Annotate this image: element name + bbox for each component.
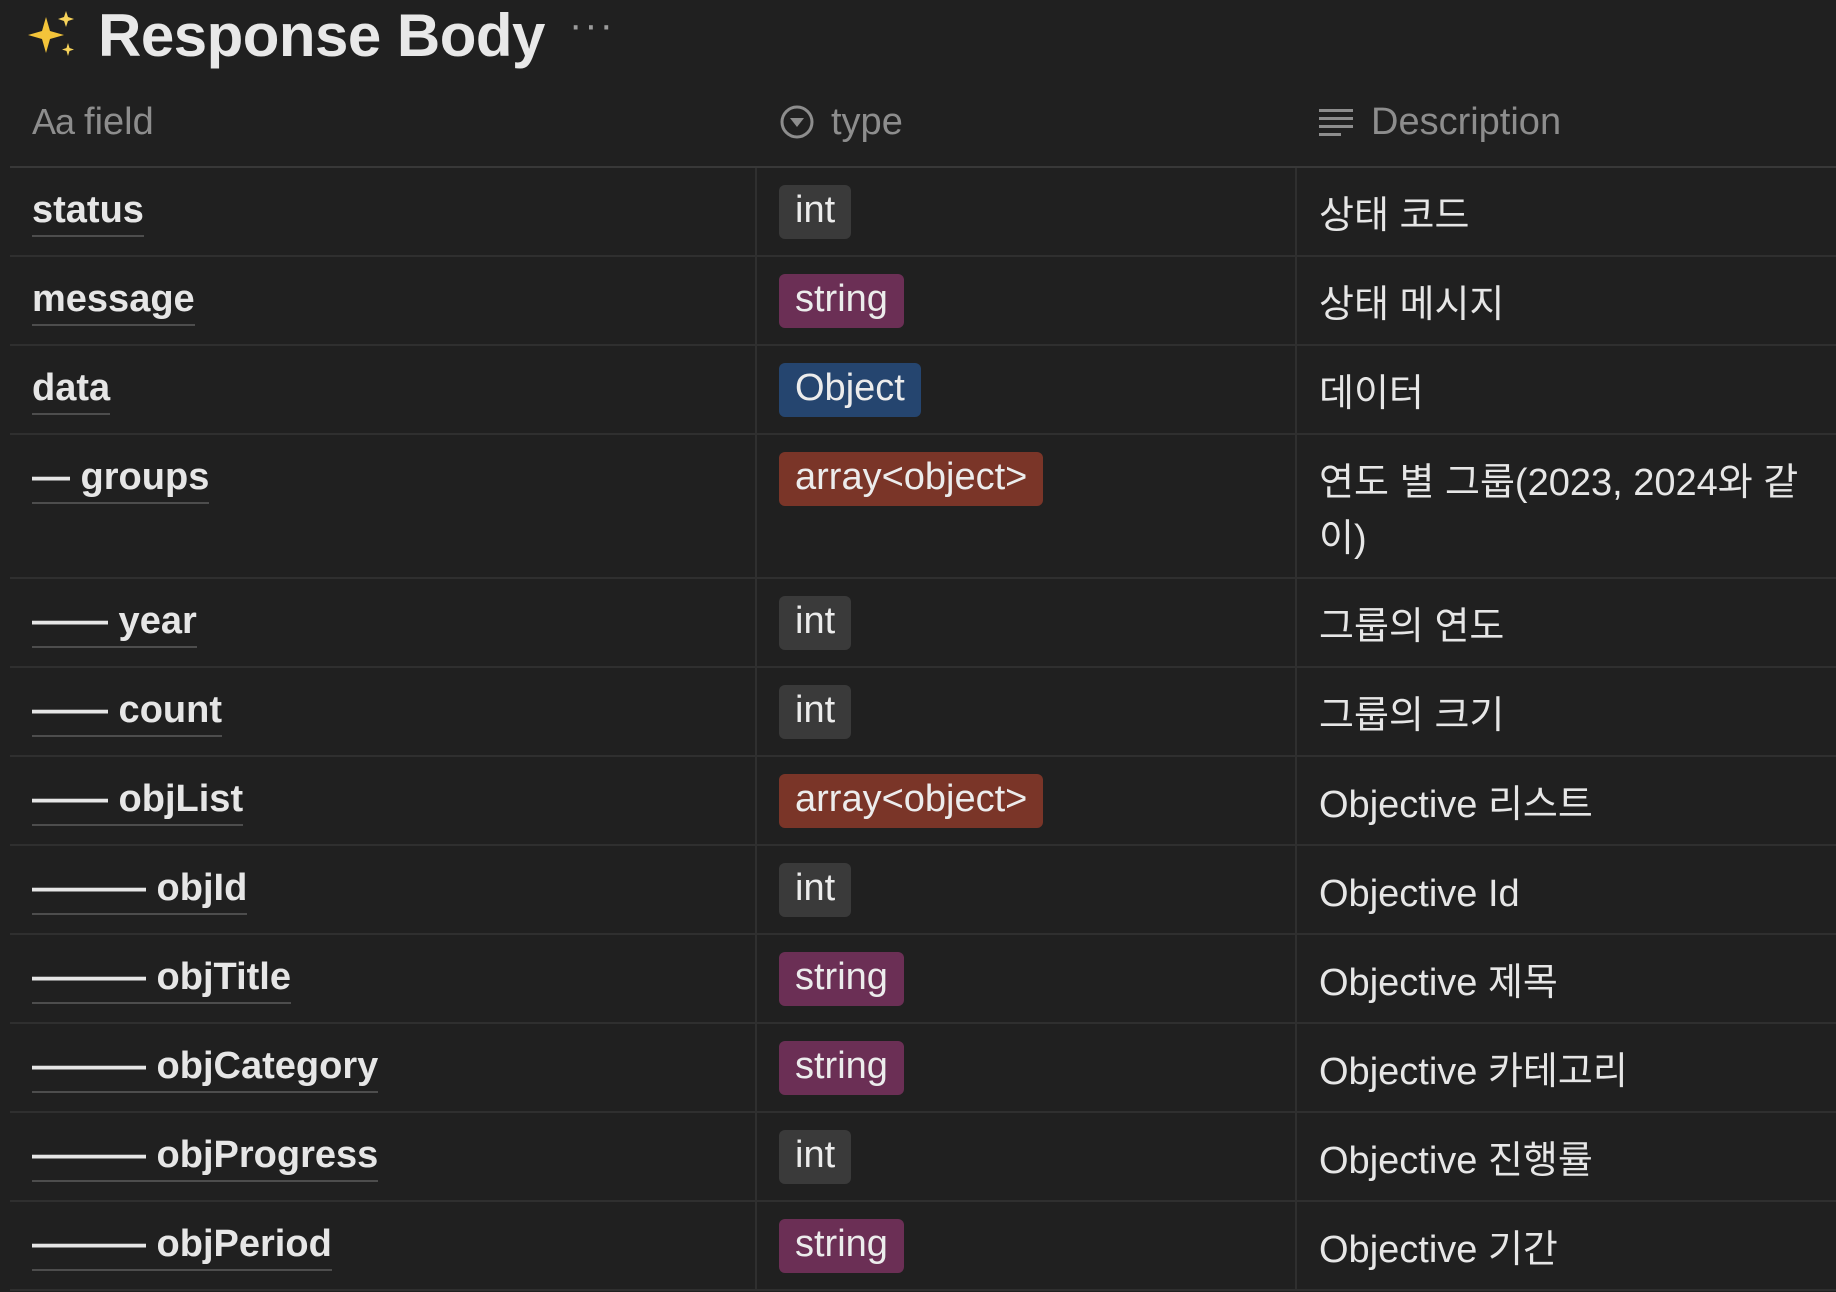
table-row[interactable]: ——— objId int Objective Id (10, 846, 1836, 935)
field-name[interactable]: — groups (32, 456, 210, 504)
field-name[interactable]: ——— objCategory (32, 1045, 379, 1093)
type-tag: int (779, 1130, 852, 1184)
type-cell[interactable]: int (757, 168, 1297, 255)
page-title[interactable]: Response Body (98, 1, 545, 70)
field-cell[interactable]: — groups (10, 435, 757, 577)
table-row[interactable]: —— objList array<object> Objective 리스트 (10, 757, 1836, 846)
type-cell[interactable]: int (757, 668, 1297, 755)
description-cell[interactable]: 상태 메시지 (1297, 257, 1836, 344)
field-cell[interactable]: data (10, 346, 757, 433)
description-text: Objective 진행률 (1319, 1140, 1593, 1182)
select-property-icon (779, 104, 815, 140)
field-name[interactable]: message (32, 278, 195, 326)
type-tag: string (779, 1219, 904, 1273)
description-cell[interactable]: 그룹의 연도 (1297, 579, 1836, 666)
database-table: Aa field type Description status int 상태 … (10, 78, 1836, 1291)
description-text: 그룹의 크기 (1319, 695, 1505, 737)
table-row[interactable]: message string 상태 메시지 (10, 257, 1836, 346)
column-header-label: Description (1371, 100, 1562, 143)
column-header-label: type (831, 100, 903, 143)
sparkles-icon[interactable] (24, 7, 80, 63)
type-cell[interactable]: array<object> (757, 435, 1297, 577)
field-cell[interactable]: ——— objPeriod (10, 1202, 757, 1289)
field-cell[interactable]: status (10, 168, 757, 255)
type-tag: int (779, 596, 852, 650)
description-cell[interactable]: 데이터 (1297, 346, 1836, 433)
table-row[interactable]: —— count int 그룹의 크기 (10, 668, 1836, 757)
page-header: Response Body ··· (24, 0, 615, 70)
type-tag: string (779, 952, 904, 1006)
description-cell[interactable]: Objective 기간 (1297, 1202, 1836, 1289)
type-tag: string (779, 1041, 904, 1095)
description-text: Objective 카테고리 (1319, 1051, 1628, 1093)
type-tag: array<object> (779, 452, 1044, 506)
text-lines-icon (1319, 107, 1355, 137)
field-name[interactable]: data (32, 367, 111, 415)
column-header-type[interactable]: type (757, 78, 1297, 166)
field-name[interactable]: —— objList (32, 778, 244, 826)
field-name[interactable]: ——— objProgress (32, 1134, 379, 1182)
column-header-description[interactable]: Description (1297, 78, 1836, 166)
table-row[interactable]: data Object 데이터 (10, 346, 1836, 435)
description-text: Objective 리스트 (1319, 784, 1593, 826)
description-cell[interactable]: 연도 별 그룹(2023, 2024와 같이) (1297, 435, 1836, 577)
field-cell[interactable]: ——— objProgress (10, 1113, 757, 1200)
type-tag: int (779, 185, 852, 239)
description-cell[interactable]: Objective 제목 (1297, 935, 1836, 1022)
type-cell[interactable]: int (757, 846, 1297, 933)
type-tag: string (779, 274, 904, 328)
table-row[interactable]: ——— objTitle string Objective 제목 (10, 935, 1836, 1024)
description-cell[interactable]: Objective 카테고리 (1297, 1024, 1836, 1111)
description-cell[interactable]: 그룹의 크기 (1297, 668, 1836, 755)
field-name[interactable]: ——— objId (32, 867, 248, 915)
type-cell[interactable]: string (757, 257, 1297, 344)
type-tag: int (779, 685, 852, 739)
text-property-icon: Aa (32, 101, 75, 142)
description-cell[interactable]: Objective Id (1297, 846, 1836, 933)
type-cell[interactable]: int (757, 579, 1297, 666)
description-text: Objective Id (1319, 873, 1520, 915)
type-cell[interactable]: string (757, 1024, 1297, 1111)
table-row[interactable]: —— year int 그룹의 연도 (10, 579, 1836, 668)
field-name[interactable]: ——— objTitle (32, 956, 291, 1004)
field-cell[interactable]: —— objList (10, 757, 757, 844)
field-name[interactable]: status (32, 189, 144, 237)
description-text: 연도 별 그룹(2023, 2024와 같이) (1319, 462, 1799, 560)
type-cell[interactable]: int (757, 1113, 1297, 1200)
column-header-label: field (84, 100, 154, 143)
description-cell[interactable]: Objective 진행률 (1297, 1113, 1836, 1200)
field-name[interactable]: —— year (32, 600, 197, 648)
type-cell[interactable]: string (757, 1202, 1297, 1289)
column-header-field[interactable]: Aa field (10, 78, 757, 166)
field-cell[interactable]: —— year (10, 579, 757, 666)
table-row[interactable]: ——— objPeriod string Objective 기간 (10, 1202, 1836, 1291)
field-cell[interactable]: ——— objId (10, 846, 757, 933)
type-cell[interactable]: string (757, 935, 1297, 1022)
description-text: Objective 제목 (1319, 962, 1558, 1004)
description-text: 상태 메시지 (1319, 284, 1505, 326)
description-text: Objective 기간 (1319, 1229, 1558, 1271)
table-row[interactable]: ——— objProgress int Objective 진행률 (10, 1113, 1836, 1202)
description-text: 상태 코드 (1319, 195, 1470, 237)
more-options-icon[interactable]: ··· (569, 5, 615, 45)
field-cell[interactable]: message (10, 257, 757, 344)
type-cell[interactable]: array<object> (757, 757, 1297, 844)
table-row[interactable]: — groups array<object> 연도 별 그룹(2023, 202… (10, 435, 1836, 579)
field-name[interactable]: —— count (32, 689, 222, 737)
field-cell[interactable]: ——— objCategory (10, 1024, 757, 1111)
field-cell[interactable]: —— count (10, 668, 757, 755)
table-row[interactable]: ——— objCategory string Objective 카테고리 (10, 1024, 1836, 1113)
type-tag: int (779, 863, 852, 917)
description-text: 데이터 (1319, 373, 1424, 415)
type-tag: array<object> (779, 774, 1044, 828)
type-tag: Object (779, 363, 921, 417)
field-name[interactable]: ——— objPeriod (32, 1223, 332, 1271)
description-cell[interactable]: Objective 리스트 (1297, 757, 1836, 844)
description-text: 그룹의 연도 (1319, 606, 1505, 648)
type-cell[interactable]: Object (757, 346, 1297, 433)
field-cell[interactable]: ——— objTitle (10, 935, 757, 1022)
description-cell[interactable]: 상태 코드 (1297, 168, 1836, 255)
table-row[interactable]: status int 상태 코드 (10, 168, 1836, 257)
table-header: Aa field type Description (10, 78, 1836, 168)
